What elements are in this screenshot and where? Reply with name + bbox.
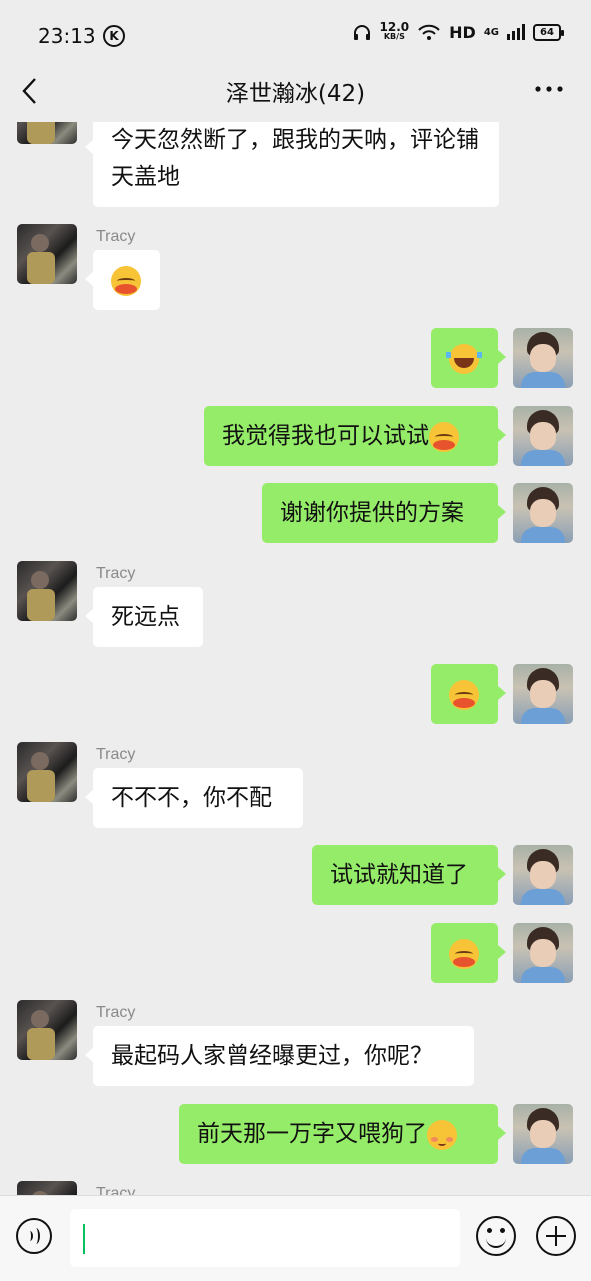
message-text: 我觉得我也可以试试 <box>222 423 429 449</box>
message-text: 前天那一万字又喂狗了 <box>197 1121 427 1147</box>
sender-name: Tracy <box>96 746 136 763</box>
network-speed: 12.0 KB/S <box>379 20 410 42</box>
message-bubble[interactable] <box>431 328 506 388</box>
message-bubble[interactable] <box>85 250 160 310</box>
text-cursor <box>83 1224 85 1254</box>
message-text: 最起码人家曾经曝更过，你呢？ <box>111 1043 433 1069</box>
more-actions-plus-icon[interactable] <box>536 1216 576 1256</box>
sender-name: Tracy <box>96 228 136 245</box>
sender-name: Tracy <box>96 1185 136 1195</box>
message-bubble[interactable]: 最起码人家曾经曝更过，你呢？ <box>85 1026 474 1086</box>
message-bubble[interactable] <box>431 923 506 983</box>
battery-icon: 64 <box>533 23 564 41</box>
chat-title: 泽世瀚冰(42) <box>225 81 366 107</box>
blush-emoji-icon <box>449 679 479 710</box>
message-text: 死远点 <box>111 604 180 630</box>
blush-emoji-icon <box>429 421 459 452</box>
avatar-tracy[interactable] <box>17 742 77 802</box>
message-text: 今天忽然断了，跟我的天呐，评论铺天盖地 <box>111 127 479 190</box>
network-speed-unit: KB/S <box>383 32 405 41</box>
avatar-me[interactable] <box>513 483 573 543</box>
status-time: 23:13 <box>38 24 96 48</box>
avatar-me[interactable] <box>513 664 573 724</box>
status-icons: 12.0 KB/S HD 4G 64 <box>352 20 564 42</box>
blush-emoji-icon <box>111 265 141 296</box>
k-badge-icon: K <box>103 25 125 47</box>
shy-emoji-icon <box>427 1119 457 1150</box>
message-bubble[interactable]: 死远点 <box>85 587 203 647</box>
sender-name: Tracy <box>96 565 136 582</box>
avatar-me[interactable] <box>513 845 573 905</box>
message-text: 试试就知道了 <box>330 862 468 888</box>
input-bar <box>0 1195 591 1281</box>
avatar-tracy[interactable] <box>17 224 77 284</box>
hd-indicator: HD <box>449 22 476 42</box>
message-list[interactable]: 今天忽然断了，跟我的天呐，评论铺天盖地 Tracy 我觉得我也可以试试 谢谢你提… <box>0 122 591 1195</box>
sender-name: Tracy <box>96 1004 136 1021</box>
avatar-me[interactable] <box>513 1104 573 1164</box>
network-speed-value: 12.0 <box>379 20 410 34</box>
signal-icon <box>507 24 525 40</box>
more-options-icon[interactable] <box>535 86 563 92</box>
network-type: 4G <box>483 26 499 38</box>
message-bubble[interactable]: 谢谢你提供的方案 <box>262 483 506 543</box>
message-input[interactable] <box>70 1209 460 1267</box>
message-bubble[interactable]: 不不不，你不配 <box>85 768 303 828</box>
message-bubble[interactable]: 前天那一万字又喂狗了 <box>179 1104 506 1164</box>
emoji-picker-icon[interactable] <box>476 1216 516 1256</box>
message-bubble[interactable]: 试试就知道了 <box>312 845 506 905</box>
wifi-icon <box>418 24 440 40</box>
laugh-cry-emoji-icon <box>446 343 482 374</box>
avatar-me[interactable] <box>513 923 573 983</box>
message-text: 不不不，你不配 <box>111 785 272 811</box>
avatar-tracy[interactable] <box>17 1181 77 1195</box>
message-bubble[interactable] <box>431 664 506 724</box>
chat-header: 泽世瀚冰(42) <box>0 58 591 122</box>
message-bubble[interactable]: 我觉得我也可以试试 <box>204 406 506 466</box>
blush-emoji-icon <box>449 938 479 969</box>
headphones-icon <box>353 25 370 40</box>
avatar-tracy[interactable] <box>17 1000 77 1060</box>
message-bubble[interactable]: 今天忽然断了，跟我的天呐，评论铺天盖地 <box>85 122 499 207</box>
message-text: 谢谢你提供的方案 <box>280 500 464 526</box>
avatar-tracy[interactable] <box>17 122 77 144</box>
avatar-me[interactable] <box>513 406 573 466</box>
avatar-tracy[interactable] <box>17 561 77 621</box>
avatar-me[interactable] <box>513 328 573 388</box>
voice-input-icon[interactable] <box>16 1218 52 1254</box>
